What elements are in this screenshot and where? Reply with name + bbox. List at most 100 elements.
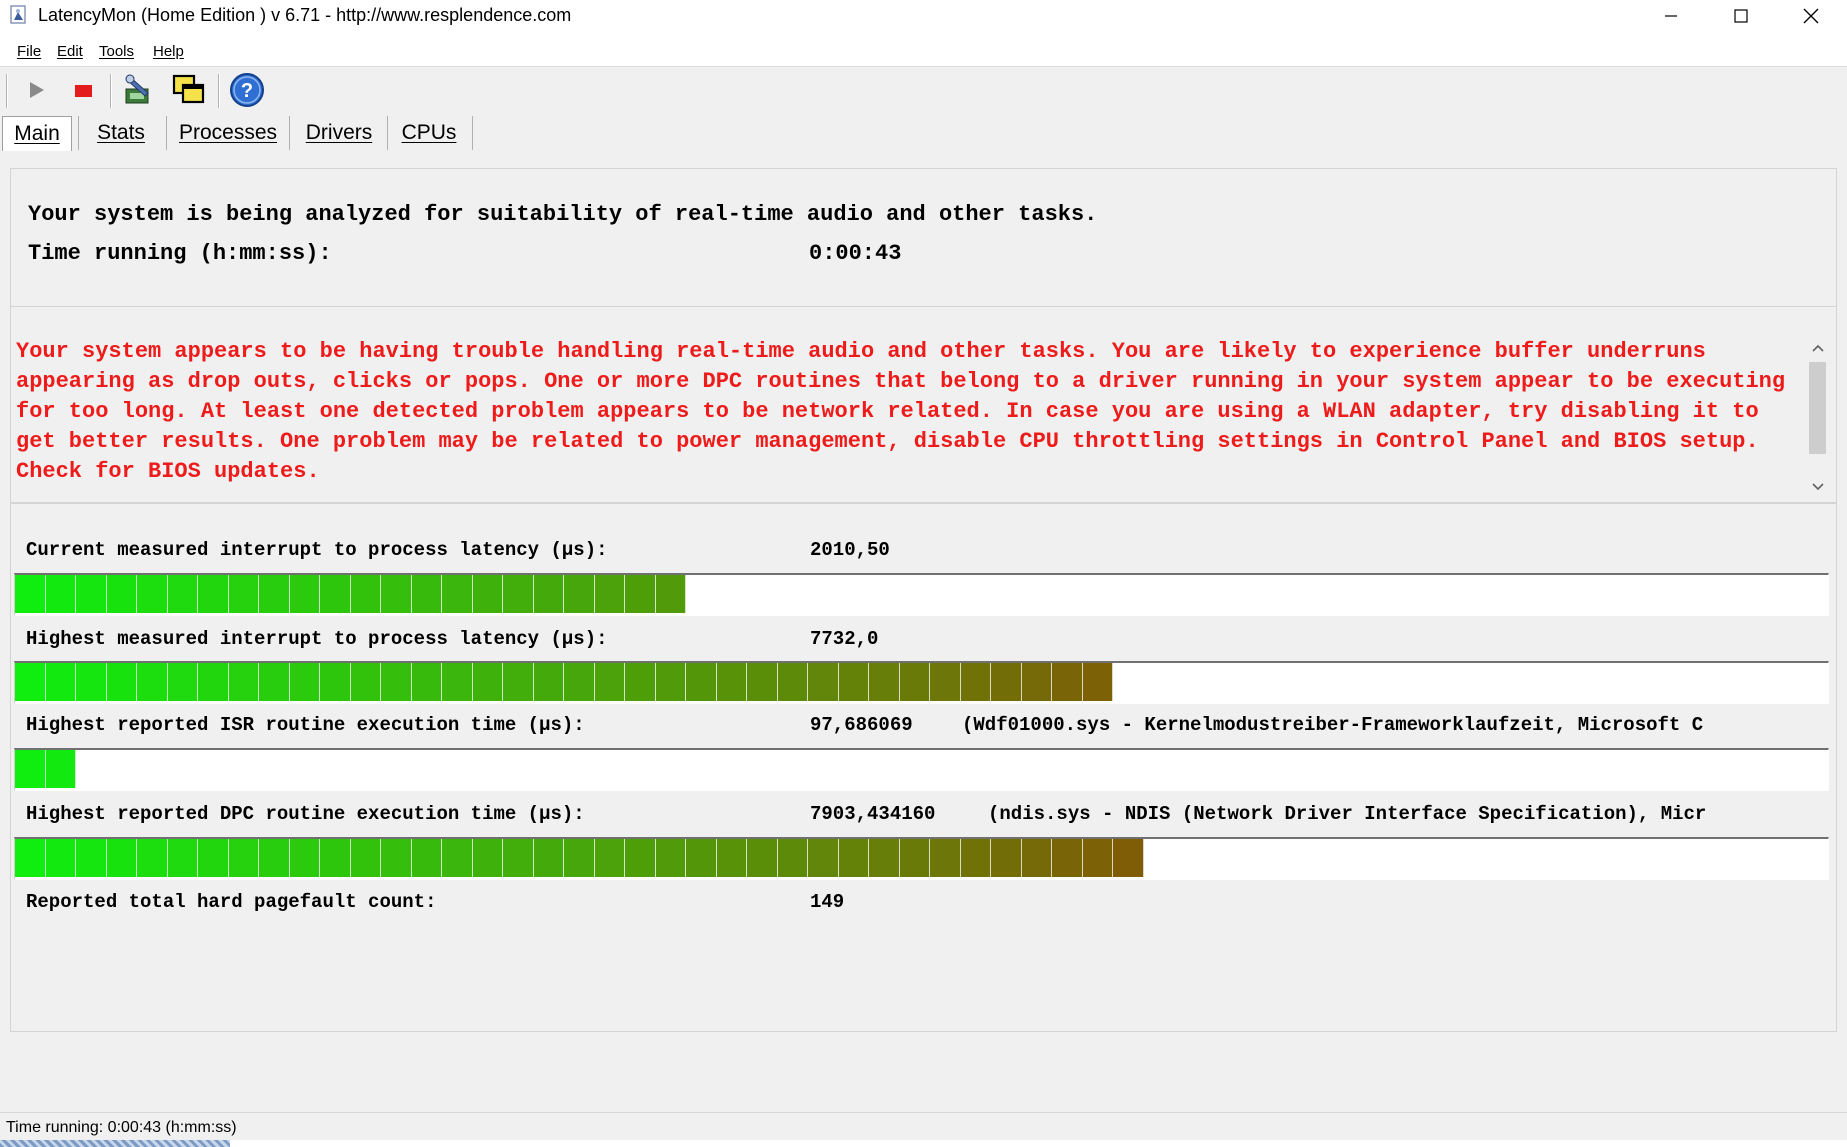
- scrollbar-thumb[interactable]: [1809, 362, 1826, 454]
- taskbar-thumbnail: [0, 1140, 230, 1147]
- meter-segment: [1113, 839, 1144, 877]
- menu-edit[interactable]: Edit: [57, 43, 83, 61]
- meter-segment: [655, 839, 686, 877]
- tab-cpus[interactable]: CPUs: [389, 116, 469, 150]
- latencymon-app-icon: [10, 5, 26, 24]
- meter-segment: [686, 663, 717, 701]
- meter-fill: [15, 750, 76, 788]
- meter-segment: [411, 663, 442, 701]
- meter-segment: [625, 663, 656, 701]
- meter-segment: [198, 839, 229, 877]
- meter-segment: [533, 575, 564, 613]
- stop-button[interactable]: [65, 72, 101, 108]
- meter-segment: [320, 839, 351, 877]
- meter-segment: [808, 663, 839, 701]
- tab-separator: [387, 116, 388, 150]
- metric-value: 7732,0: [810, 628, 879, 650]
- meter-fill: [15, 575, 686, 613]
- meter-segment: [381, 663, 412, 701]
- meter-segment: [564, 663, 595, 701]
- tab-stats-label: Stats: [97, 121, 145, 144]
- meter-segment: [411, 839, 442, 877]
- drivers-tool-icon: [125, 74, 149, 104]
- meter-segment: [45, 663, 76, 701]
- meter-segment: [747, 839, 778, 877]
- tab-drivers[interactable]: Drivers: [291, 116, 387, 150]
- close-button[interactable]: [1776, 0, 1846, 32]
- meter-segment: [1021, 839, 1052, 877]
- help-button[interactable]: ?: [229, 72, 265, 108]
- scroll-down-icon[interactable]: [1811, 479, 1825, 493]
- tab-separator: [166, 116, 167, 150]
- meter-segment: [350, 575, 381, 613]
- copy-window-icon: [172, 74, 205, 104]
- meter-segment: [15, 575, 46, 613]
- tab-main[interactable]: Main: [2, 116, 72, 151]
- meter-segment: [76, 663, 107, 701]
- warning-message: Your system appears to be having trouble…: [16, 339, 1799, 484]
- meter-segment: [991, 839, 1022, 877]
- meter-segment: [777, 663, 808, 701]
- scroll-up-icon[interactable]: [1811, 342, 1825, 356]
- meter-segment: [930, 839, 961, 877]
- meter-segment: [289, 663, 320, 701]
- menu-help[interactable]: Help: [153, 43, 184, 61]
- meter-segment: [1052, 663, 1083, 701]
- meter-segment: [442, 839, 473, 877]
- toolbar-separator: [218, 74, 220, 108]
- analysis-heading: Your system is being analyzed for suitab…: [28, 202, 1098, 227]
- tab-stats[interactable]: Stats: [80, 116, 162, 150]
- meter-fill: [15, 663, 1113, 701]
- windows-button[interactable]: [171, 72, 207, 108]
- meter-segment: [655, 663, 686, 701]
- minimize-button[interactable]: [1636, 0, 1706, 32]
- meter-segment: [381, 575, 412, 613]
- status-header-panel: Your system is being analyzed for suitab…: [10, 168, 1837, 307]
- menu-file[interactable]: File: [17, 43, 41, 61]
- meter-segment: [198, 663, 229, 701]
- meter-segment: [137, 575, 168, 613]
- analyze-button[interactable]: [121, 72, 157, 108]
- meter-segment: [625, 575, 656, 613]
- meter-segment: [167, 575, 198, 613]
- menu-tools[interactable]: Tools: [99, 43, 134, 61]
- meter-segment: [777, 839, 808, 877]
- warning-scrollbar[interactable]: [1806, 337, 1830, 499]
- menu-bar: File Edit Tools Help: [0, 40, 1847, 67]
- metric-value: 2010,50: [810, 539, 890, 561]
- metric-driver-info: (ndis.sys - NDIS (Network Driver Interfa…: [988, 803, 1707, 825]
- latency-meter: [14, 573, 1829, 616]
- maximize-button[interactable]: [1706, 0, 1776, 32]
- meter-segment: [198, 575, 229, 613]
- meter-segment: [472, 839, 503, 877]
- meter-segment: [259, 663, 290, 701]
- meter-segment: [137, 663, 168, 701]
- meter-segment: [869, 663, 900, 701]
- minimize-icon: [1665, 15, 1677, 17]
- tab-drivers-label: Drivers: [305, 121, 373, 144]
- meter-segment: [472, 663, 503, 701]
- meter-segment: [259, 575, 290, 613]
- meter-segment: [289, 575, 320, 613]
- meter-segment: [228, 663, 259, 701]
- start-button[interactable]: [18, 72, 54, 108]
- latency-meter: [14, 748, 1829, 791]
- meter-segment: [320, 575, 351, 613]
- pagefault-value: 149: [810, 891, 845, 913]
- meter-segment: [594, 839, 625, 877]
- status-bar: Time running: 0:00:43 (h:mm:ss): [0, 1112, 1847, 1141]
- meter-segment: [320, 663, 351, 701]
- tab-processes[interactable]: Processes: [168, 116, 288, 150]
- meter-segment: [716, 839, 747, 877]
- meter-segment: [15, 750, 46, 788]
- meter-segment: [594, 575, 625, 613]
- meter-segment: [503, 663, 534, 701]
- meter-segment: [106, 575, 137, 613]
- metric-driver-info: (Wdf01000.sys - Kernelmodustreiber-Frame…: [962, 714, 1704, 736]
- maximize-icon: [1734, 9, 1748, 23]
- meter-segment: [381, 839, 412, 877]
- svg-text:?: ?: [241, 80, 253, 102]
- meter-segment: [625, 839, 656, 877]
- meter-segment: [472, 575, 503, 613]
- meter-segment: [45, 575, 76, 613]
